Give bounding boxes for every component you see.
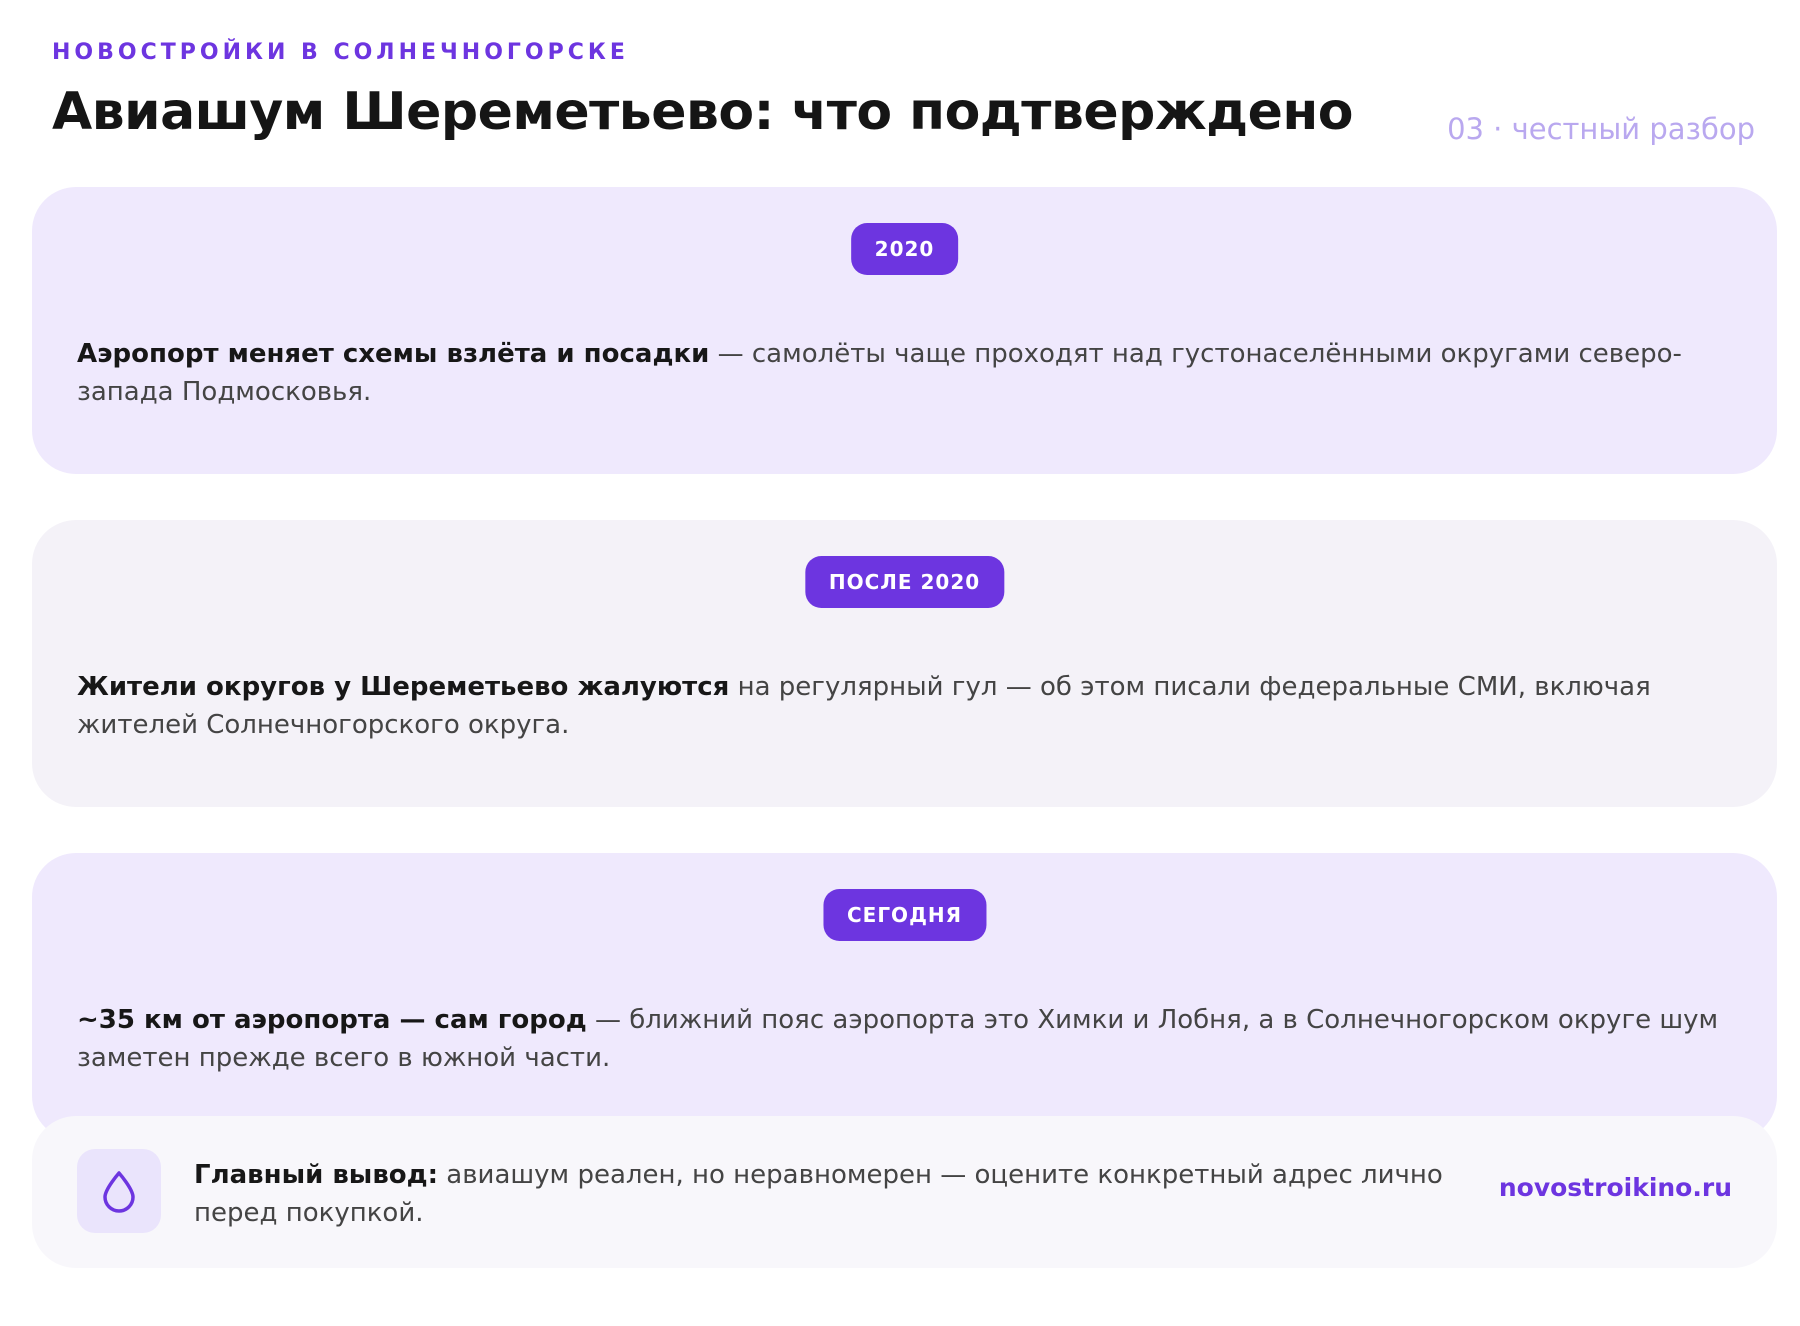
card-text-bold: ~35 км от аэропорта — сам город [77, 1005, 587, 1035]
timeline-card-today: СЕГОДНЯ ~35 км от аэропорта — сам город … [32, 853, 1777, 1140]
summary-icon-box [77, 1149, 161, 1233]
card-text-bold: Аэропорт меняет схемы взлёта и посадки [77, 339, 710, 369]
card-text: Аэропорт меняет схемы взлёта и посадки —… [77, 335, 1732, 411]
drop-icon [103, 1171, 135, 1213]
summary-bold: Главный вывод: [194, 1160, 439, 1190]
summary-text: Главный вывод: авиашум реален, но неравн… [194, 1156, 1444, 1232]
year-badge: 2020 [850, 223, 959, 275]
card-text-bold: Жители округов у Шереметьево жалуются [77, 672, 730, 702]
eyebrow-label: НОВОСТРОЙКИ В СОЛНЕЧНОГОРСКЕ [52, 40, 629, 65]
timeline-card-2020: 2020 Аэропорт меняет схемы взлёта и поса… [32, 187, 1777, 474]
card-text: Жители округов у Шереметьево жалуются на… [77, 668, 1732, 744]
timeline-card-after-2020: ПОСЛЕ 2020 Жители округов у Шереметьево … [32, 520, 1777, 807]
page-title: Авиашум Шереметьево: что подтверждено [52, 82, 1354, 142]
summary-card: Главный вывод: авиашум реален, но неравн… [32, 1116, 1777, 1268]
year-badge: ПОСЛЕ 2020 [804, 556, 1005, 608]
page-number-label: 03 · честный разбор [1447, 112, 1755, 146]
site-link[interactable]: novostroikino.ru [1499, 1173, 1732, 1202]
year-badge: СЕГОДНЯ [822, 889, 987, 941]
card-text: ~35 км от аэропорта — сам город — ближни… [77, 1001, 1732, 1077]
